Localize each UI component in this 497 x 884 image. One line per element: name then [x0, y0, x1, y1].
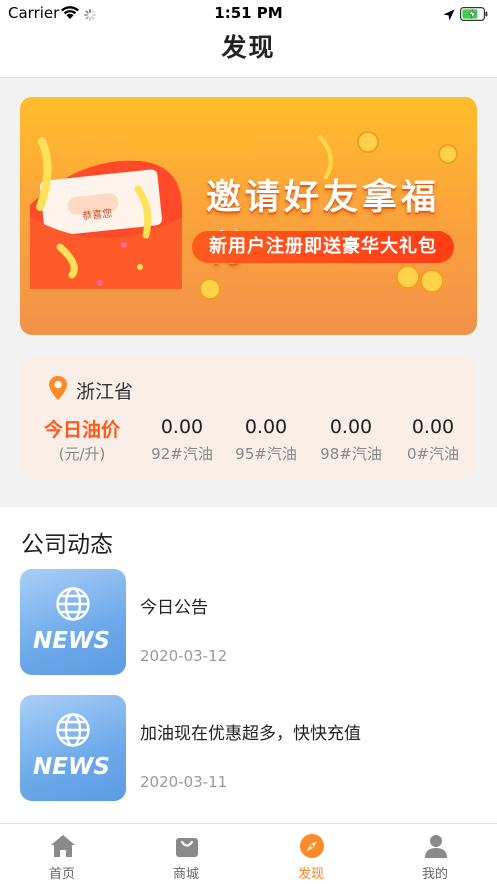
- tab-label: 发现: [297, 867, 324, 882]
- globe-icon: [56, 713, 90, 747]
- fuel-price-item: 0.00 98#汽油: [306, 415, 396, 467]
- news-thumbnail: NEWS: [20, 569, 126, 675]
- location-arrow-icon: [443, 6, 455, 25]
- fuel-grade-label: 98#汽油: [320, 445, 382, 463]
- globe-icon: [56, 587, 90, 621]
- tab-label: 我的: [421, 867, 448, 882]
- activity-spinner-icon: [84, 6, 96, 25]
- price-unit-label: (元/升): [58, 445, 106, 463]
- news-date: 2020-03-12: [140, 647, 228, 665]
- home-icon: [51, 835, 75, 857]
- tab-profile[interactable]: 我的: [373, 824, 497, 884]
- tab-label: 商城: [172, 867, 199, 882]
- news-title: 加油现在优惠超多，快快充值: [140, 724, 361, 744]
- wifi-icon: [60, 5, 80, 24]
- invite-banner[interactable]: 恭喜您 邀请好友拿福利 新用户注册即送豪华大礼包: [20, 97, 477, 335]
- tab-label: 首页: [48, 867, 75, 882]
- news-title: 今日公告: [140, 598, 208, 618]
- fuel-grade-label: 0#汽油: [406, 445, 460, 463]
- news-list-item[interactable]: NEWS 加油现在优惠超多，快快充值 2020-03-11: [0, 695, 497, 803]
- news-thumb-text: NEWS: [33, 754, 110, 780]
- fuel-price-value: 0.00: [244, 416, 288, 438]
- today-price-label: 今日油价: [44, 419, 121, 441]
- fuel-grade-label: 92#汽油: [151, 445, 213, 463]
- news-thumb-text: NEWS: [33, 628, 110, 654]
- fuel-price-value: 0.00: [160, 416, 204, 438]
- province-label[interactable]: 浙江省: [76, 377, 133, 404]
- fuel-price-value: 0.00: [411, 416, 455, 438]
- fuel-price-item: 0.00 95#汽油: [221, 415, 311, 467]
- navigation-bar: 发现: [0, 26, 497, 78]
- fuel-price-card: 浙江省 今日油价 (元/升) 0.00 92#汽油 0.00 95#汽油 0.0…: [20, 357, 477, 479]
- tab-shop[interactable]: 商城: [124, 824, 248, 884]
- compass-icon: [300, 834, 324, 858]
- page-title: 发现: [221, 33, 276, 62]
- fuel-price-item: 0.00 0#汽油: [388, 415, 478, 467]
- tab-discover[interactable]: 发现: [249, 824, 373, 884]
- carrier-label: Carrier: [8, 4, 60, 22]
- fuel-grade-label: 95#汽油: [235, 445, 297, 463]
- news-thumbnail: NEWS: [20, 695, 126, 801]
- news-date: 2020-03-11: [140, 773, 228, 791]
- battery-icon: [460, 6, 488, 25]
- news-list-item[interactable]: NEWS 今日公告 2020-03-12: [0, 569, 497, 677]
- envelope-text: 恭喜您: [81, 208, 113, 223]
- location-pin-icon: [48, 375, 68, 405]
- user-icon: [425, 835, 447, 858]
- tab-bar: 首页 商城 发现 我的: [0, 823, 497, 884]
- bag-icon: [176, 838, 198, 857]
- company-news-section: 公司动态 NEWS 今日公告 2020-03-12 NEWS 加油现在优惠超多，…: [0, 507, 497, 823]
- fuel-price-item: 0.00 92#汽油: [137, 415, 227, 467]
- fuel-price-value: 0.00: [329, 416, 373, 438]
- news-section-heading: 公司动态: [21, 532, 113, 558]
- status-bar: Carrier 1:51 PM: [0, 0, 497, 26]
- tab-home[interactable]: 首页: [0, 824, 124, 884]
- banner-subtitle-pill: 新用户注册即送豪华大礼包: [192, 231, 454, 263]
